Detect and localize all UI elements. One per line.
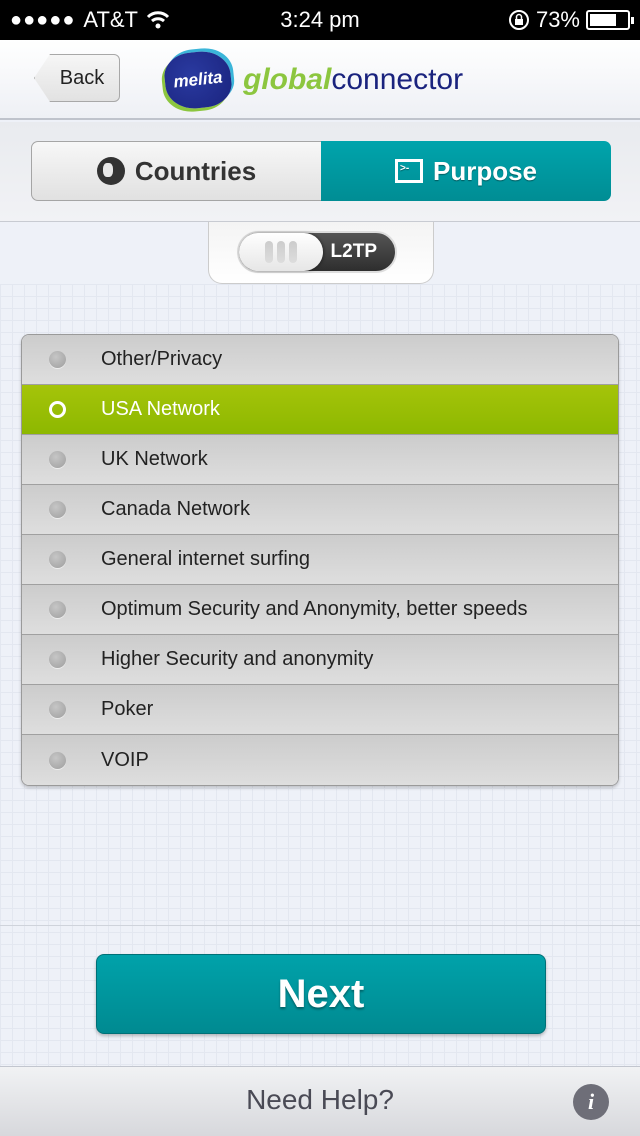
next-button[interactable]: Next: [96, 954, 546, 1034]
info-icon[interactable]: i: [573, 1084, 609, 1120]
list-item-label: UK Network: [101, 448, 208, 470]
radio-icon[interactable]: [49, 651, 66, 668]
purpose-list: Other/Privacy USA Network UK Network Can…: [21, 334, 619, 786]
list-item[interactable]: Canada Network: [22, 485, 618, 535]
protocol-label: L2TP: [330, 241, 377, 262]
radio-icon[interactable]: [49, 601, 66, 618]
list-item-label: Other/Privacy: [101, 348, 223, 370]
radio-icon[interactable]: [49, 401, 66, 418]
protocol-toggle-container: L2TP: [208, 222, 434, 284]
back-button[interactable]: Back: [34, 54, 120, 102]
globe-icon: [96, 157, 125, 185]
list-item[interactable]: Optimum Security and Anonymity, better s…: [22, 585, 618, 635]
grip-icon: [265, 241, 273, 263]
battery-percent: 73%: [535, 7, 580, 32]
list-item[interactable]: VOIP: [22, 735, 618, 785]
tab-countries[interactable]: Countries: [31, 141, 321, 201]
rotation-lock-icon: [508, 10, 529, 30]
divider: [0, 925, 640, 926]
radio-icon[interactable]: [49, 751, 66, 769]
grip-icon: [289, 241, 297, 263]
app-title-global: global: [243, 63, 332, 96]
app-logo: melita globalconnector: [162, 48, 463, 112]
footer-bar: Need Help? i: [0, 1066, 640, 1136]
radio-icon[interactable]: [49, 701, 66, 718]
need-help-link[interactable]: Need Help?: [0, 1084, 640, 1116]
grip-icon: [277, 241, 285, 263]
tab-purpose-label: Purpose: [432, 155, 538, 186]
tab-purpose[interactable]: >- Purpose: [321, 141, 611, 201]
list-item-label: Higher Security and anonymity: [101, 648, 374, 670]
list-item-label: VOIP: [101, 748, 149, 771]
list-item[interactable]: UK Network: [22, 435, 618, 485]
tab-countries-label: Countries: [134, 155, 257, 186]
list-item[interactable]: Higher Security and anonymity: [22, 635, 618, 685]
list-item[interactable]: USA Network: [22, 385, 618, 435]
navigation-bar: Back melita globalconnector: [0, 40, 640, 120]
terminal-icon: >-: [394, 159, 423, 183]
app-title-connector: connector: [331, 63, 464, 96]
list-item-label: General internet surfing: [101, 548, 311, 570]
list-item-label: Optimum Security and Anonymity, better s…: [101, 598, 528, 620]
list-item-label: Poker: [101, 698, 154, 720]
battery-fill: [590, 14, 617, 26]
app-title: globalconnector: [243, 63, 463, 97]
list-item[interactable]: Other/Privacy: [22, 335, 618, 385]
melita-logo-icon: melita: [162, 48, 234, 112]
battery-icon: [586, 10, 634, 30]
toggle-knob[interactable]: [239, 233, 323, 271]
status-bar: ●●●●● AT&T 3:24 pm 73%: [0, 0, 640, 40]
radio-icon[interactable]: [49, 451, 66, 468]
list-item-label: Canada Network: [101, 498, 250, 520]
segmented-control-bar: Countries >- Purpose: [0, 122, 640, 222]
radio-icon[interactable]: [49, 351, 66, 368]
list-item[interactable]: Poker: [22, 685, 618, 735]
protocol-toggle[interactable]: L2TP: [237, 231, 397, 273]
radio-icon[interactable]: [49, 551, 66, 568]
list-item[interactable]: General internet surfing: [22, 535, 618, 585]
list-item-label: USA Network: [101, 398, 220, 420]
radio-icon[interactable]: [49, 501, 66, 518]
